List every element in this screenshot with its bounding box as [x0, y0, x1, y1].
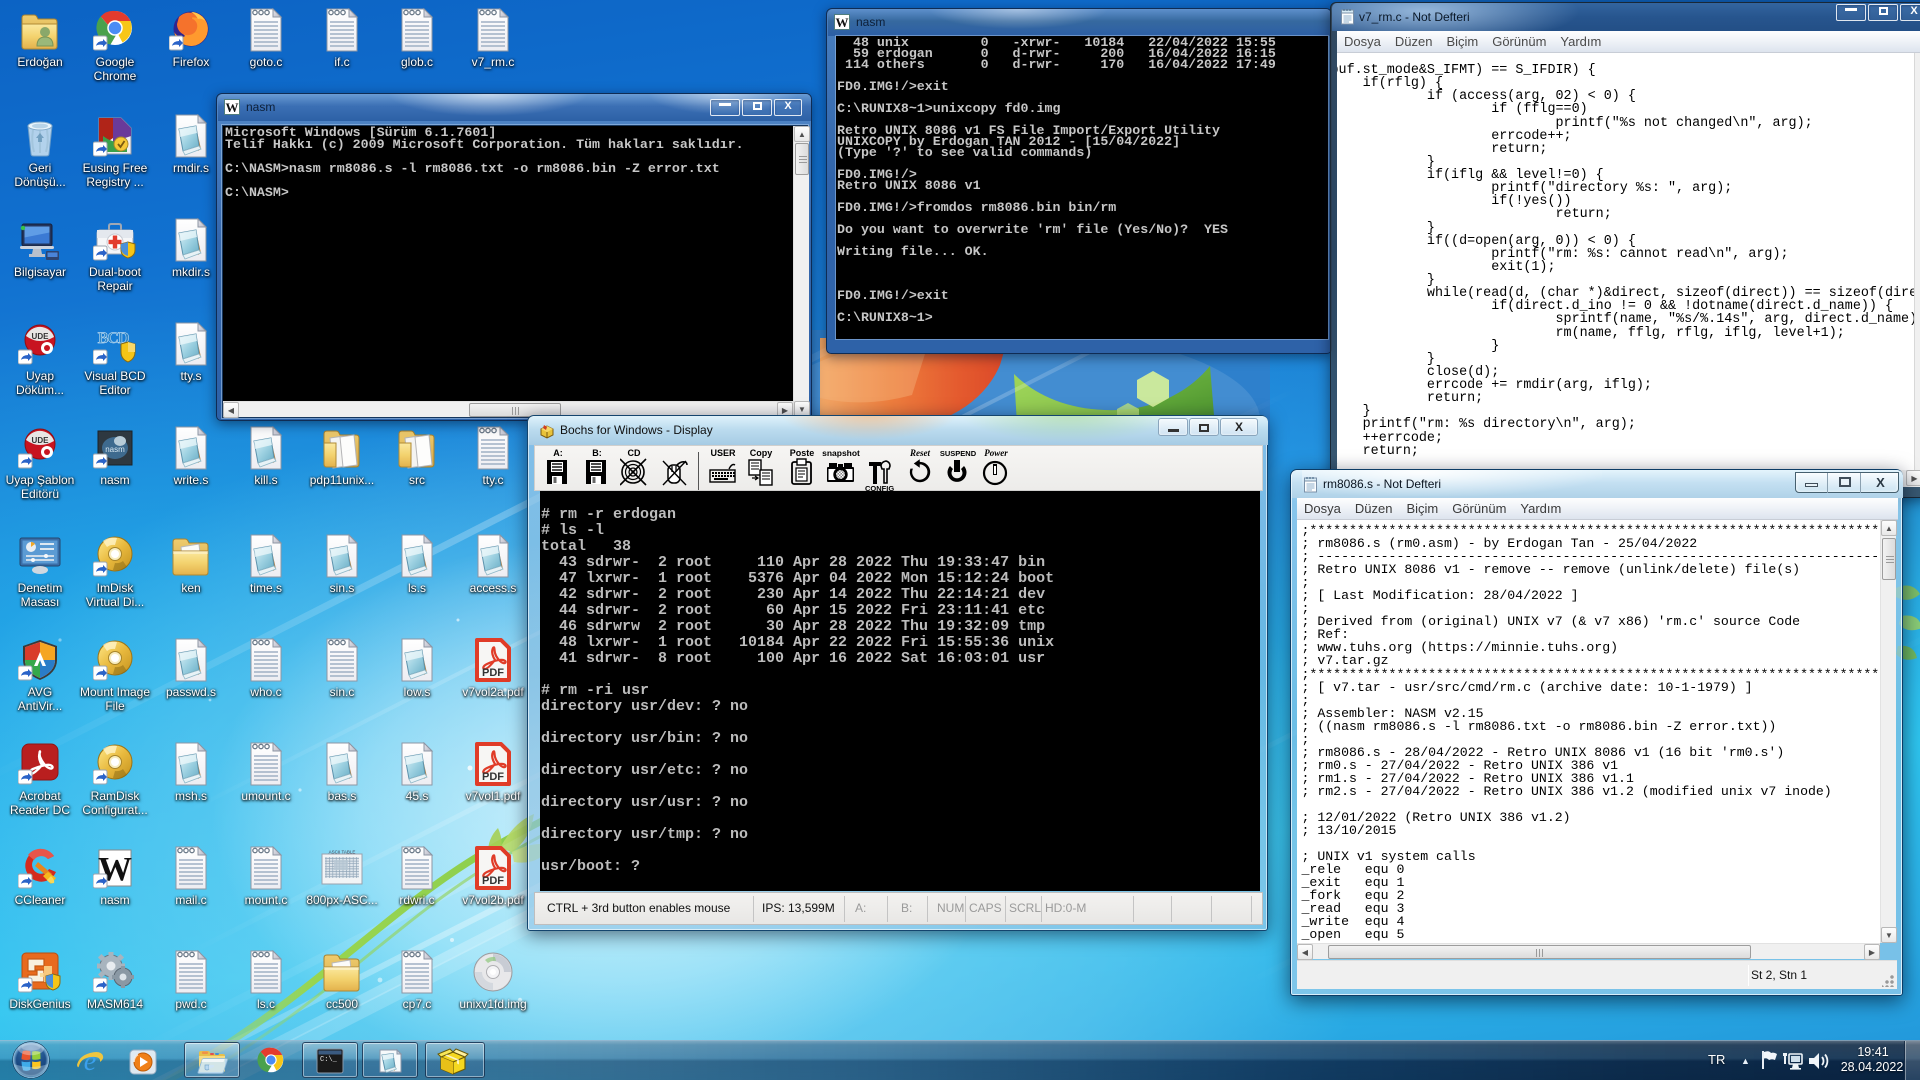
svg-text:C:\_: C:\_: [320, 1056, 338, 1064]
svg-text:nasm: nasm: [105, 445, 125, 454]
svg-text:ASCII TABLE: ASCII TABLE: [329, 850, 356, 855]
svg-text:UDE: UDE: [32, 436, 50, 445]
svg-text:e: e: [84, 1046, 96, 1076]
svg-text:UDE: UDE: [32, 332, 50, 341]
